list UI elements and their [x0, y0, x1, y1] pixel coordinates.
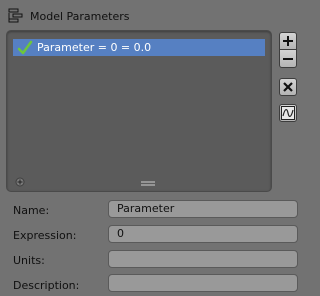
- minus-icon: [283, 57, 293, 60]
- units-label: Units:: [13, 254, 45, 267]
- description-label: Description:: [13, 279, 80, 292]
- units-field[interactable]: [108, 250, 298, 268]
- curve-editor-button[interactable]: [279, 104, 297, 122]
- remove-parameter-button[interactable]: [279, 50, 297, 68]
- delete-button[interactable]: [279, 78, 297, 96]
- list-resize-handle[interactable]: [141, 181, 155, 186]
- parameters-panel-icon: [8, 8, 23, 23]
- curve-graph-icon: [281, 106, 295, 120]
- description-field[interactable]: [108, 274, 298, 292]
- panel-title: Model Parameters: [30, 9, 130, 23]
- name-label: Name:: [13, 204, 50, 217]
- parameter-list[interactable]: Parameter = 0 = 0.0: [6, 30, 272, 192]
- list-item[interactable]: Parameter = 0 = 0.0: [13, 39, 265, 56]
- panel-header: Model Parameters: [8, 6, 298, 26]
- list-item-label: Parameter = 0 = 0.0: [37, 41, 152, 54]
- expression-label: Expression:: [13, 229, 77, 242]
- close-x-icon: [283, 82, 293, 92]
- expression-field[interactable]: 0: [108, 225, 298, 243]
- plus-icon: [283, 36, 293, 46]
- add-parameter-button[interactable]: [279, 32, 297, 50]
- checkmark-icon[interactable]: [17, 40, 33, 56]
- small-add-icon[interactable]: [15, 177, 25, 187]
- name-field[interactable]: Parameter: [108, 200, 298, 218]
